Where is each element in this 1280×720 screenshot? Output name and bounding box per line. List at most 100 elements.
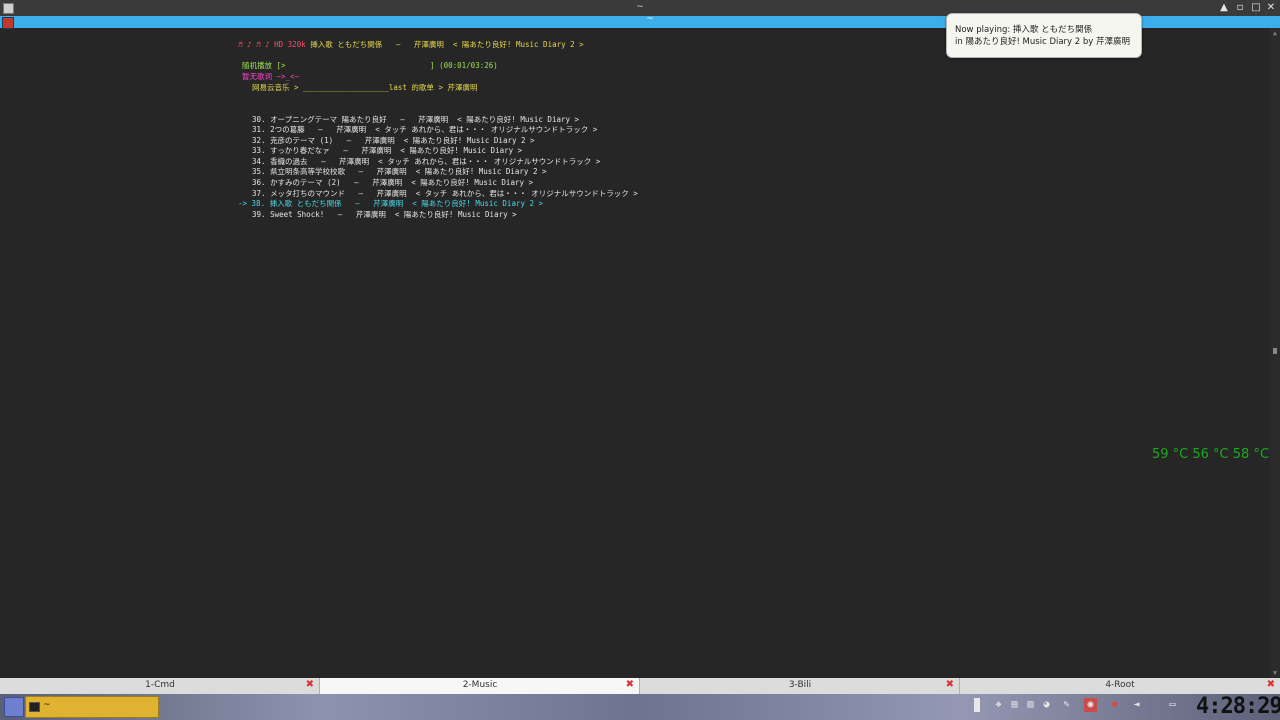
- track-row[interactable]: 36. かすみのテーマ (2) – 芹澤廣明 < 陽あたり良好! Music D…: [252, 178, 533, 188]
- track-album: < 陽あたり良好! Music Diary 2 >: [412, 199, 544, 208]
- display-icon[interactable]: ▭: [1166, 698, 1179, 712]
- now-playing-line: ♬ ♪ ♬ ♪ HD 320k 挿入歌 ともだち関係 – 芹澤廣明 < 陽あたり…: [238, 40, 584, 50]
- track-sep: –: [318, 125, 323, 134]
- cpu-temperature-readout: 59 °C 56 °C 58 °C: [1152, 447, 1270, 462]
- play-mode: 随机播放: [242, 61, 272, 70]
- track-row[interactable]: 33. すっかり春だなァ – 芹澤廣明 < 陽あたり良好! Music Diar…: [252, 146, 522, 156]
- track-artist: 芹澤廣明: [336, 125, 367, 134]
- notification-line-2: in 陽あたり良好! Music Diary 2 by 芹澤廣明: [955, 37, 1131, 47]
- lyrics-line: 暂无歌词 ~>_<~: [242, 72, 300, 81]
- tab-bili[interactable]: 3-Bili ✖: [640, 678, 960, 694]
- taskbar-clock[interactable]: 4:28:29P: [1196, 694, 1280, 719]
- track-sep: –: [343, 146, 348, 155]
- track-sep: –: [400, 115, 405, 124]
- track-number: 35.: [252, 167, 266, 176]
- quality-badge: HD 320k: [274, 40, 306, 49]
- scroll-down-icon[interactable]: ▼: [1270, 668, 1280, 678]
- track-artist: 芹澤廣明: [373, 199, 404, 208]
- music-notes-icon: ♬ ♪ ♬ ♪: [238, 40, 270, 49]
- breadcrumb-root: 网易云音乐: [252, 83, 290, 92]
- track-sep: –: [358, 167, 364, 176]
- progress-line: 随机播放 [> ] (00:01/03:26): [242, 61, 498, 71]
- track-number: 37.: [252, 189, 266, 198]
- tab-music[interactable]: 2-Music ✖: [320, 678, 640, 694]
- track-sep: –: [321, 157, 326, 166]
- track-number: 30.: [252, 115, 266, 124]
- terminal-scrollbar[interactable]: ▲ ▼: [1270, 28, 1280, 678]
- track-title: 挿入歌 ともだち関係: [269, 199, 342, 208]
- track-album: < タッチ あれから、君は・・・ オリジナルサウンドトラック >: [415, 189, 638, 198]
- current-track-pointer: ->: [238, 199, 248, 208]
- track-title: 県立明条高等学校校歌: [270, 167, 346, 176]
- track-album: < タッチ あれから、君は・・・ オリジナルサウンドトラック >: [375, 125, 598, 134]
- screenshot-icon[interactable]: ◉: [1084, 698, 1097, 712]
- track-album: < 陽あたり良好! Music Diary 2 >: [415, 167, 547, 176]
- track-row[interactable]: 34. 香織の過去 – 芹澤廣明 < タッチ あれから、君は・・・ オリジナルサ…: [252, 157, 600, 167]
- notification-line-1: Now playing: 挿入歌 ともだち関係: [955, 25, 1093, 35]
- track-row[interactable]: 32. 克彦のテーマ (1) – 芹澤廣明 < 陽あたり良好! Music Di…: [252, 136, 535, 146]
- track-title: 香織の過去: [270, 157, 308, 166]
- now-playing-sep: –: [395, 40, 401, 49]
- breadcrumb-sep: >: [438, 83, 443, 92]
- task-label: ~: [43, 700, 51, 710]
- network-monitor-icon[interactable]: ▥: [1024, 698, 1037, 712]
- track-sep: –: [346, 136, 352, 145]
- tab-label: 4-Root: [1105, 680, 1135, 690]
- track-row[interactable]: 37. メッタ打ちのマウンド – 芹澤廣明 < タッチ あれから、君は・・・ オ…: [252, 189, 638, 199]
- taskbar-task-terminal[interactable]: ~: [25, 696, 159, 718]
- now-playing-artist: 芹澤廣明: [413, 40, 444, 49]
- maximize-button[interactable]: □: [1249, 1, 1263, 15]
- track-album: < 陽あたり良好! Music Diary >: [394, 210, 517, 219]
- flame-icon[interactable]: ✱: [1108, 698, 1121, 712]
- track-number: 32.: [252, 136, 266, 145]
- track-sep: –: [354, 178, 359, 187]
- dropbox-icon[interactable]: ❖: [992, 698, 1005, 712]
- notes-icon[interactable]: ✎: [1060, 698, 1073, 712]
- close-tab-icon[interactable]: ✖: [1267, 679, 1275, 690]
- tab-label: 1-Cmd: [145, 680, 175, 690]
- progress-bar-start: [>: [276, 61, 286, 70]
- track-row[interactable]: 30. オープニングテーマ 陽あたり良好 – 芹澤廣明 < 陽あたり良好! Mu…: [252, 115, 579, 125]
- track-number: 39.: [252, 210, 266, 219]
- track-row[interactable]: 35. 県立明条高等学校校歌 – 芹澤廣明 < 陽あたり良好! Music Di…: [252, 167, 547, 177]
- close-window-button[interactable]: ✕: [1264, 1, 1278, 15]
- volume-icon[interactable]: ◄: [1130, 698, 1143, 712]
- scroll-up-icon[interactable]: ▲: [1270, 28, 1280, 38]
- track-artist: 芹澤廣明: [361, 146, 392, 155]
- close-tab-icon[interactable]: ✖: [306, 679, 314, 690]
- close-tab-icon[interactable]: ✖: [946, 679, 954, 690]
- app-launcher-icon[interactable]: [4, 697, 24, 717]
- now-playing-album: < 陽あたり良好! Music Diary 2 >: [452, 40, 584, 49]
- track-sep: –: [337, 210, 343, 219]
- breadcrumb-sep: >: [294, 83, 299, 92]
- track-row[interactable]: 31. 2つの葛藤 – 芹澤廣明 < タッチ あれから、君は・・・ オリジナルサ…: [252, 125, 597, 135]
- cpu-graph-icon[interactable]: ◕: [1040, 698, 1053, 712]
- track-number: 31.: [252, 125, 266, 134]
- close-tab-icon[interactable]: ✖: [626, 679, 634, 690]
- track-number: 38.: [251, 199, 266, 208]
- track-album: < 陽あたり良好! Music Diary 2 >: [403, 136, 535, 145]
- now-playing-notification[interactable]: Now playing: 挿入歌 ともだち関係 in 陽あたり良好! Music…: [946, 13, 1142, 58]
- track-row[interactable]: 39. Sweet Shock! – 芹澤廣明 < 陽あたり良好! Music …: [252, 210, 517, 220]
- track-row-current[interactable]: -> 38. 挿入歌 ともだち関係 – 芹澤廣明 < 陽あたり良好! Music…: [238, 199, 543, 209]
- scrollbar-thumb[interactable]: [1273, 348, 1277, 354]
- track-artist: 芹澤廣明: [364, 136, 395, 145]
- window-title: ~: [636, 2, 644, 12]
- tray-separator: [974, 698, 980, 712]
- keep-above-icon[interactable]: ▲: [1217, 1, 1231, 15]
- minimize-button[interactable]: ▫: [1233, 1, 1247, 15]
- desktop-taskbar: ~ ❖ ▤ ▥ ◕ ✎ ◉ ✱ ◄ ▭ 4:28:29P: [0, 694, 1280, 720]
- track-artist: 芹澤廣明: [376, 167, 407, 176]
- tab-label: 2-Music: [462, 680, 498, 690]
- tab-cmd[interactable]: 1-Cmd ✖: [0, 678, 320, 694]
- track-album: < 陽あたり良好! Music Diary >: [400, 146, 523, 155]
- track-title: すっかり春だなァ: [270, 146, 330, 155]
- track-album: < 陽あたり良好! Music Diary >: [411, 178, 534, 187]
- terminal-area[interactable]: ♬ ♪ ♬ ♪ HD 320k 挿入歌 ともだち関係 – 芹澤廣明 < 陽あたり…: [0, 28, 1270, 678]
- track-artist: 芹澤廣明: [376, 189, 407, 198]
- track-album: < 陽あたり良好! Music Diary >: [457, 115, 580, 124]
- tab-root[interactable]: 4-Root ✖: [960, 678, 1280, 694]
- calendar-icon[interactable]: ▤: [1008, 698, 1021, 712]
- track-title: かすみのテーマ (2): [270, 178, 341, 187]
- track-number: 36.: [252, 178, 266, 187]
